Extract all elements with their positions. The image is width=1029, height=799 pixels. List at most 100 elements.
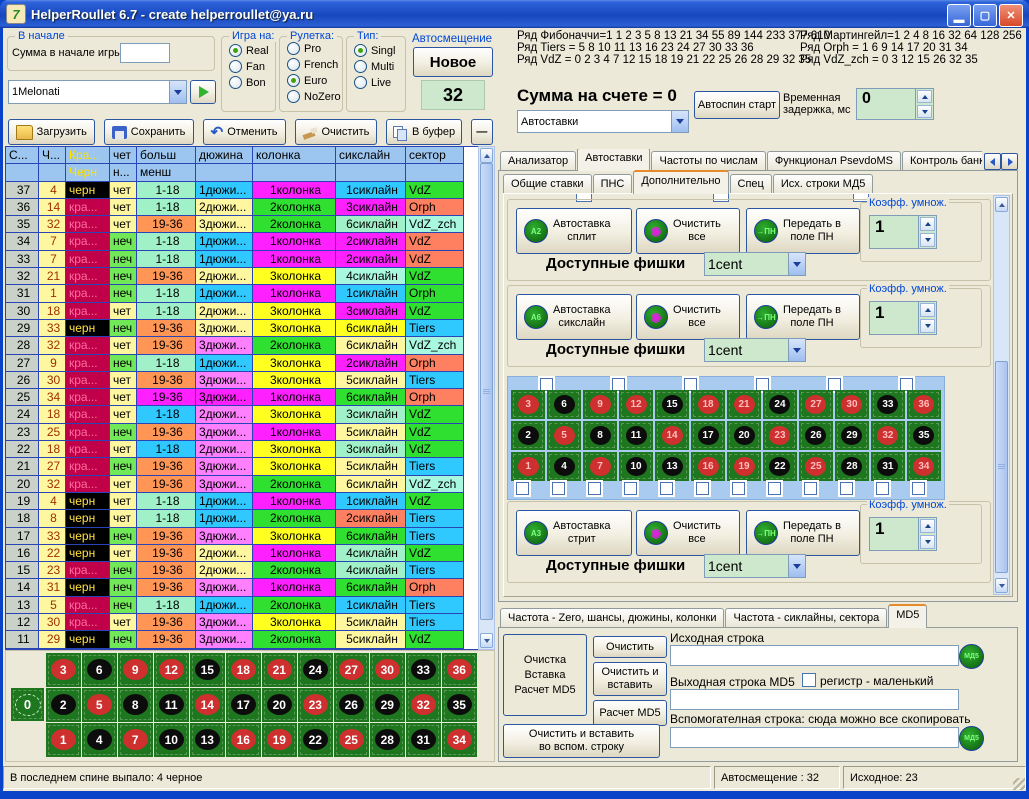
radio-dot-icon[interactable] bbox=[354, 76, 367, 89]
scroll-thumb[interactable] bbox=[480, 163, 493, 620]
clear-button[interactable]: Очистить bbox=[295, 119, 378, 145]
table-scrollbar[interactable] bbox=[478, 146, 495, 650]
chevron-down-icon[interactable] bbox=[788, 253, 805, 275]
street-checkbox[interactable] bbox=[732, 482, 745, 495]
board-cell-28[interactable]: 28 bbox=[835, 452, 869, 481]
md5-src-input[interactable] bbox=[670, 645, 959, 666]
board-cell-3[interactable]: 3 bbox=[46, 653, 81, 687]
street-checkbox[interactable] bbox=[696, 482, 709, 495]
scroll-up-icon[interactable] bbox=[995, 197, 1008, 212]
board-cell-28[interactable]: 28 bbox=[370, 723, 405, 757]
md5-icon[interactable]: МД5 bbox=[959, 726, 984, 751]
board-cell-7[interactable]: 7 bbox=[118, 723, 153, 757]
radio-roulette-nozero[interactable]: NoZero bbox=[287, 90, 342, 103]
board-cell-24[interactable]: 24 bbox=[298, 653, 333, 687]
collapse-button[interactable]: — bbox=[471, 119, 493, 145]
save-button[interactable]: Сохранить bbox=[104, 119, 194, 145]
spin-up-icon[interactable] bbox=[920, 217, 935, 231]
board-cell-4[interactable]: 4 bbox=[547, 452, 581, 481]
transfer-pn-button[interactable]: →ПНПередать в поле ПН bbox=[746, 294, 860, 340]
board-cell-23[interactable]: 23 bbox=[763, 421, 797, 450]
radio-roulette-euro[interactable]: Euro bbox=[287, 74, 342, 87]
radio-game-real[interactable]: Real bbox=[229, 44, 275, 57]
md5-calc-button[interactable]: Расчет MD5 bbox=[593, 700, 667, 726]
street-checkbox[interactable] bbox=[840, 482, 853, 495]
close-button[interactable]: ✕ bbox=[999, 4, 1023, 27]
board-cell-18[interactable]: 18 bbox=[226, 653, 261, 687]
tab-bottom-2[interactable]: MD5 bbox=[888, 604, 927, 628]
profile-combo[interactable]: 1Melonati bbox=[8, 80, 187, 104]
board-cell-14[interactable]: 14 bbox=[190, 688, 225, 722]
new-button[interactable]: Новое bbox=[413, 47, 493, 77]
board-cell-23[interactable]: 23 bbox=[298, 688, 333, 722]
tab-inner-4[interactable]: Исх. строки МД5 bbox=[773, 174, 874, 194]
tab-outer-3[interactable]: Функционал PsevdoMS bbox=[767, 151, 901, 171]
board-cell-21[interactable]: 21 bbox=[727, 390, 761, 419]
radio-game-bon[interactable]: Bon bbox=[229, 76, 275, 89]
delay-spinner[interactable]: 0 bbox=[856, 88, 934, 120]
clear-all-button[interactable]: ◉Очистить все bbox=[636, 208, 740, 254]
tab-outer-1[interactable]: Автоставки bbox=[577, 149, 650, 171]
street-checkbox[interactable] bbox=[804, 482, 817, 495]
transfer-pn-button[interactable]: →ПНПередать в поле ПН bbox=[746, 208, 860, 254]
board-cell-6[interactable]: 6 bbox=[82, 653, 117, 687]
clear-all-button[interactable]: ◉Очистить все bbox=[636, 510, 740, 556]
board-cell-19[interactable]: 19 bbox=[727, 452, 761, 481]
board-cell-32[interactable]: 32 bbox=[871, 421, 905, 450]
street-checkbox[interactable] bbox=[588, 482, 601, 495]
board-cell-22[interactable]: 22 bbox=[298, 723, 333, 757]
chips-combo[interactable]: 1cent bbox=[704, 554, 806, 578]
chips-combo[interactable]: 1cent bbox=[704, 252, 806, 276]
board-cell-13[interactable]: 13 bbox=[190, 723, 225, 757]
tab-outer-0[interactable]: Анализатор bbox=[500, 151, 576, 171]
board-cell-27[interactable]: 27 bbox=[799, 390, 833, 419]
tab-bottom-1[interactable]: Частота - сиклайны, сектора bbox=[725, 608, 887, 628]
board-cell-3[interactable]: 3 bbox=[511, 390, 545, 419]
copy-to-buffer-button[interactable]: В буфер bbox=[386, 119, 461, 145]
board-cell-10[interactable]: 10 bbox=[154, 723, 189, 757]
board-cell-15[interactable]: 15 bbox=[655, 390, 689, 419]
spin-down-icon[interactable] bbox=[917, 105, 932, 118]
panel-scrollbar[interactable] bbox=[993, 195, 1010, 595]
radio-dot-icon[interactable] bbox=[229, 44, 242, 57]
board-cell-18[interactable]: 18 bbox=[691, 390, 725, 419]
resize-grip[interactable] bbox=[1013, 778, 1025, 790]
autobet-button[interactable]: A3Автоставка стрит bbox=[516, 510, 632, 556]
coef-spinner[interactable]: 1 bbox=[869, 215, 937, 249]
radio-type-multi[interactable]: Multi bbox=[354, 60, 405, 73]
chevron-down-icon[interactable] bbox=[169, 81, 186, 103]
board-cell-25[interactable]: 25 bbox=[799, 452, 833, 481]
autospin-start-button[interactable]: Автоспин старт bbox=[694, 91, 780, 119]
board-cell-30[interactable]: 30 bbox=[370, 653, 405, 687]
board-cell-20[interactable]: 20 bbox=[727, 421, 761, 450]
autobet-button[interactable]: A6Автоставка сикслайн bbox=[516, 294, 632, 340]
tab-outer-2[interactable]: Частоты по числам bbox=[651, 151, 765, 171]
board-cell-4[interactable]: 4 bbox=[82, 723, 117, 757]
maximize-button[interactable]: ▢ bbox=[973, 4, 997, 27]
chevron-down-icon[interactable] bbox=[788, 339, 805, 361]
md5-icon[interactable]: МД5 bbox=[959, 644, 984, 669]
board-cell-2[interactable]: 2 bbox=[511, 421, 545, 450]
radio-type-live[interactable]: Live bbox=[354, 76, 405, 89]
board-cell-13[interactable]: 13 bbox=[655, 452, 689, 481]
board-cell-17[interactable]: 17 bbox=[691, 421, 725, 450]
board-cell-1[interactable]: 1 bbox=[511, 452, 545, 481]
coef-spinner[interactable]: 1 bbox=[869, 517, 937, 551]
spin-up-icon[interactable] bbox=[920, 519, 935, 533]
md5-clear-paste-aux-button[interactable]: Очистить и вставить во вспом. строку bbox=[503, 724, 660, 758]
md5-clear-paste-button[interactable]: Очистить и вставить bbox=[593, 662, 667, 696]
coef-spinner[interactable]: 1 bbox=[869, 301, 937, 335]
board-cell-21[interactable]: 21 bbox=[262, 653, 297, 687]
radio-dot-icon[interactable] bbox=[229, 60, 242, 73]
board-cell-29[interactable]: 29 bbox=[835, 421, 869, 450]
undo-button[interactable]: ↶ Отменить bbox=[203, 119, 286, 145]
md5-aux-input[interactable] bbox=[670, 727, 959, 748]
street-checkbox[interactable] bbox=[912, 482, 925, 495]
radio-dot-icon[interactable] bbox=[354, 60, 367, 73]
load-button[interactable]: Загрузить bbox=[8, 119, 95, 145]
board-cell-8[interactable]: 8 bbox=[583, 421, 617, 450]
board-cell-22[interactable]: 22 bbox=[763, 452, 797, 481]
play-button[interactable] bbox=[190, 80, 216, 104]
street-checkbox[interactable] bbox=[768, 482, 781, 495]
board-cell-9[interactable]: 9 bbox=[583, 390, 617, 419]
